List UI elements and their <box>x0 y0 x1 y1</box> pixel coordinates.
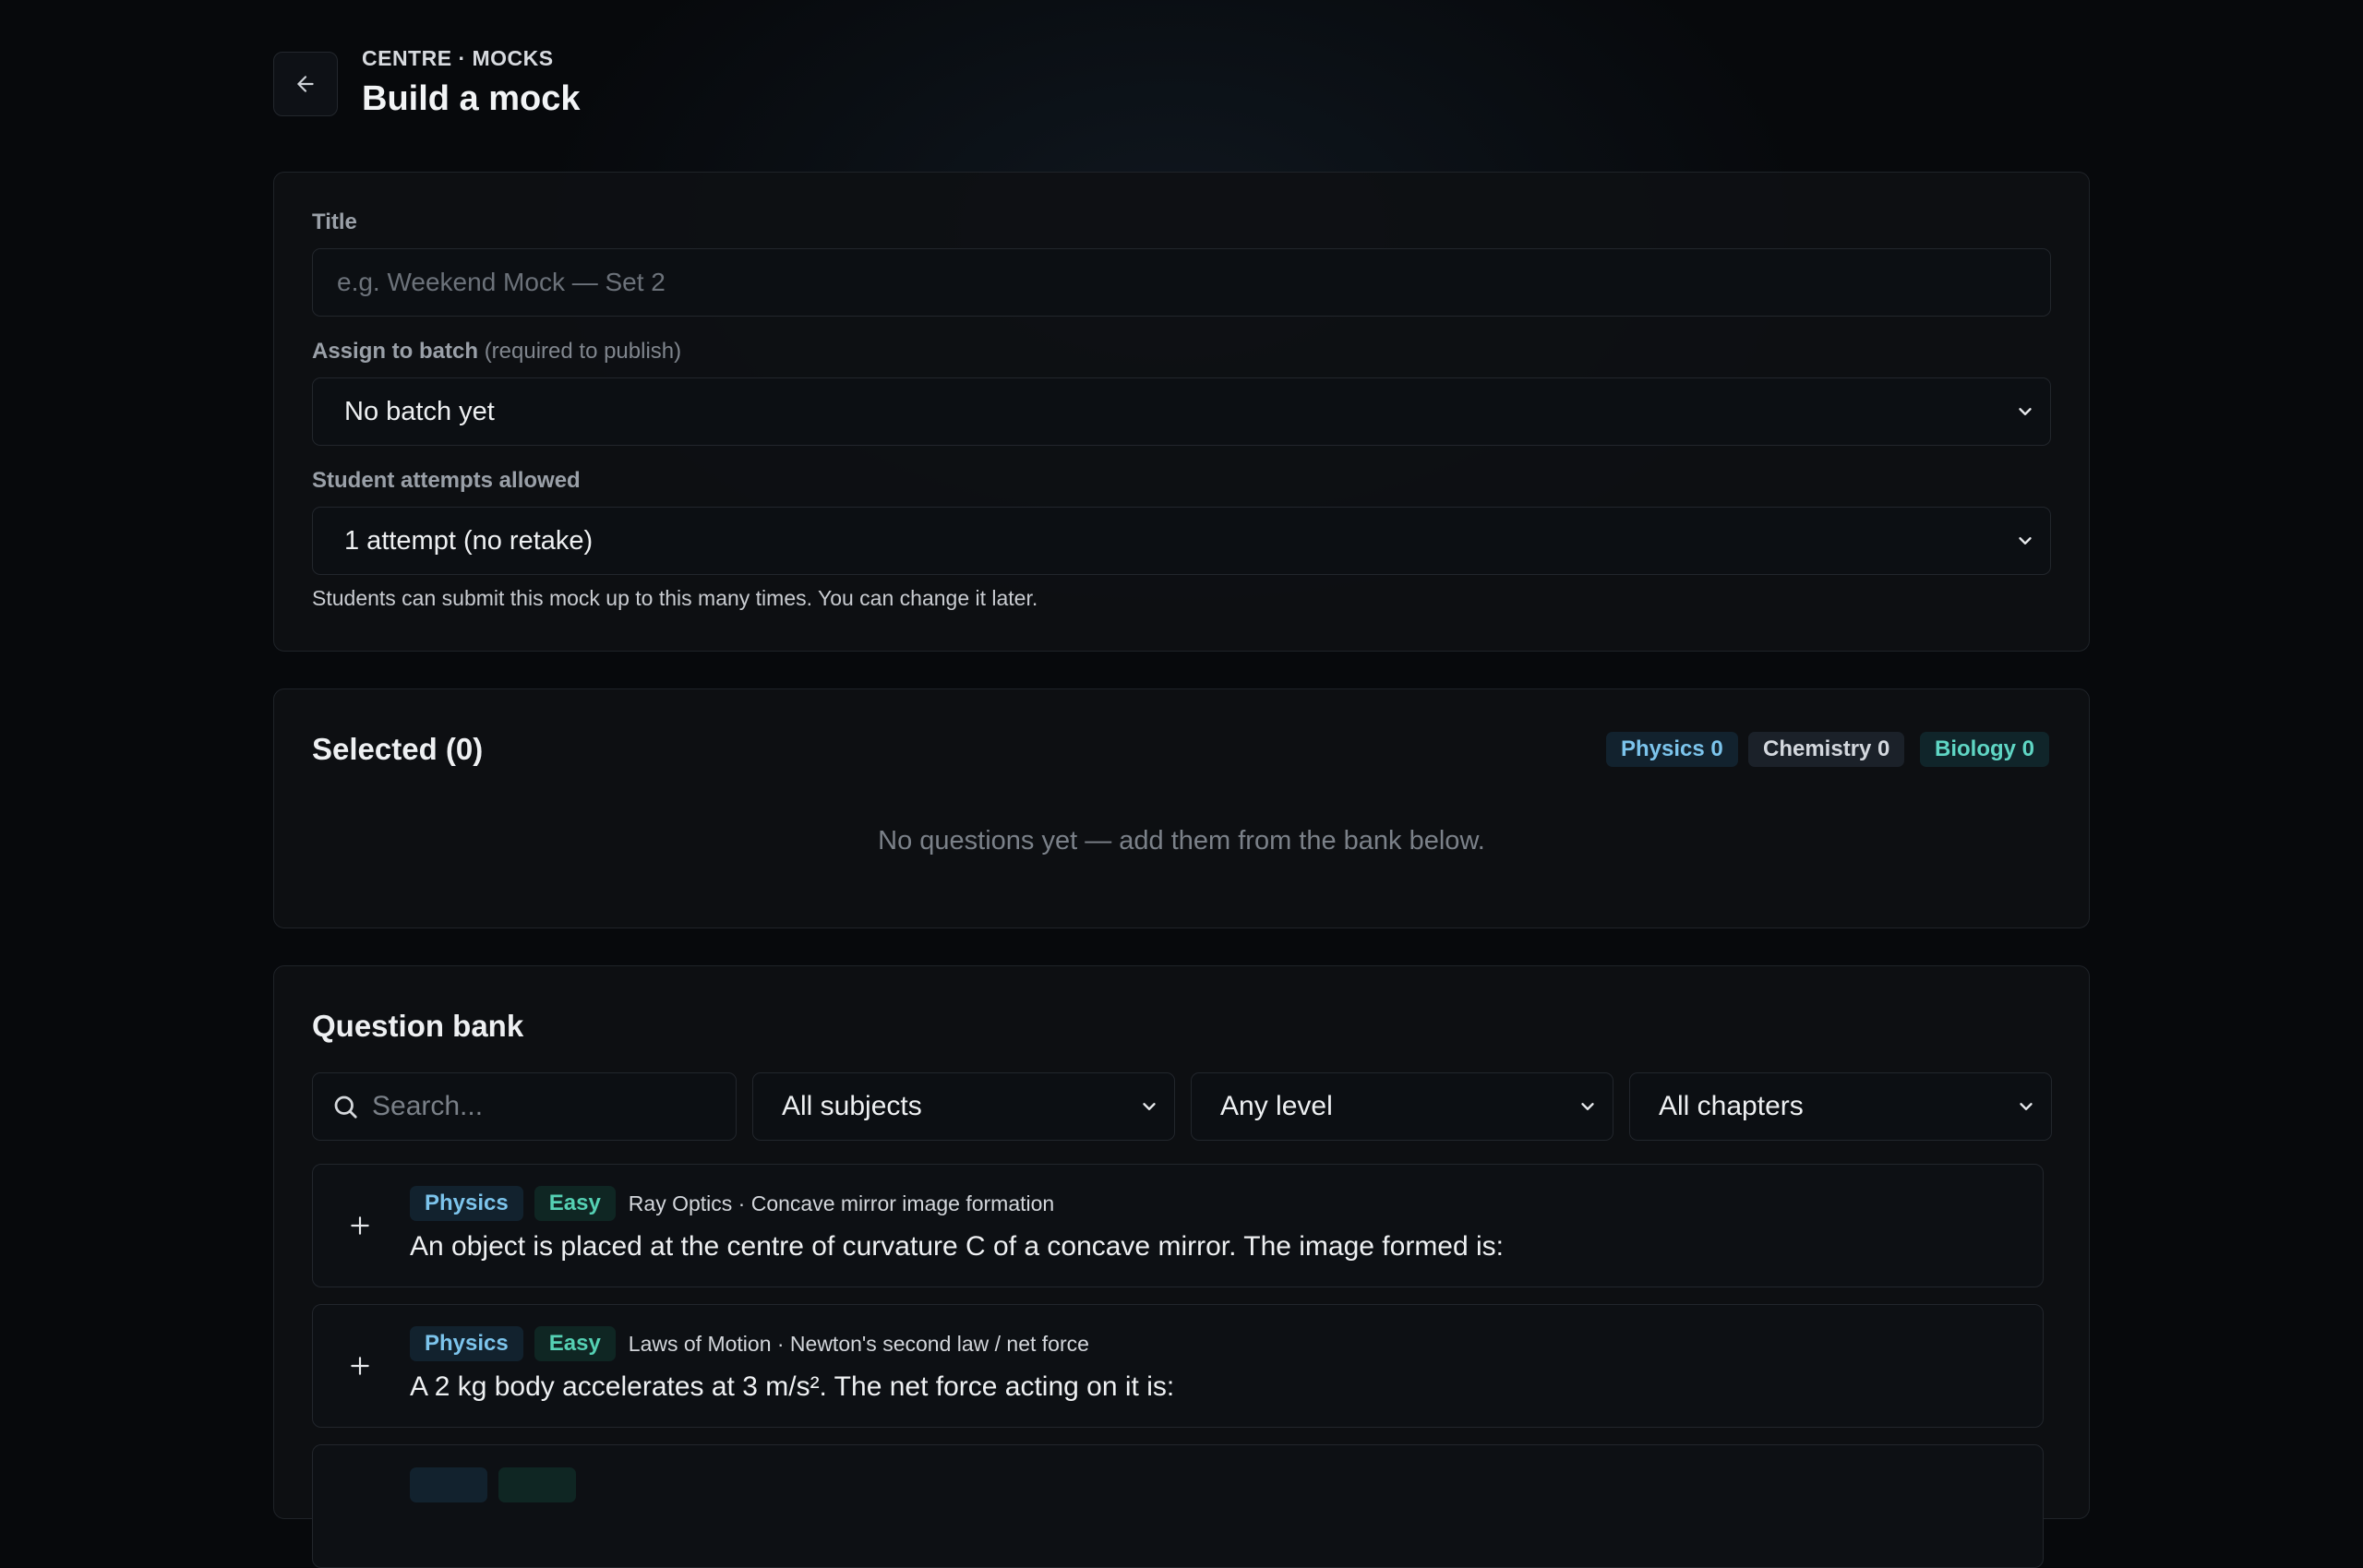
question-text: An object is placed at the centre of cur… <box>410 1231 1505 1262</box>
plus-icon[interactable] <box>348 1214 372 1238</box>
plus-icon[interactable] <box>348 1354 372 1378</box>
level-filter-select[interactable]: Any level <box>1191 1072 1613 1141</box>
title-input[interactable]: e.g. Weekend Mock — Set 2 <box>312 248 2051 317</box>
question-text: A 2 kg body accelerates at 3 m/s². The n… <box>410 1371 1175 1402</box>
title-input-placeholder: e.g. Weekend Mock — Set 2 <box>337 268 666 296</box>
selected-card: Selected (0) Physics 0 Chemistry 0 Biolo… <box>273 688 2090 928</box>
title-label: Title <box>312 209 357 234</box>
attempts-label: Student attempts allowed <box>312 468 581 493</box>
subject-filter-select[interactable]: All subjects <box>752 1072 1175 1141</box>
level-tag <box>498 1467 576 1502</box>
level-tag: Easy <box>534 1186 616 1221</box>
question-tags: Physics Easy Ray Optics · Concave mirror… <box>410 1186 1054 1221</box>
search-icon <box>334 1095 357 1119</box>
question-topic: Ray Optics · Concave mirror image format… <box>628 1191 1055 1215</box>
level-tag: Easy <box>534 1326 616 1361</box>
batch-label-text: Assign to batch <box>312 339 479 364</box>
batch-select-value: No batch yet <box>344 396 495 426</box>
subject-tag: Physics <box>410 1186 523 1221</box>
question-topic: Laws of Motion · Newton's second law / n… <box>628 1331 1089 1356</box>
question-bank-title: Question bank <box>312 1009 524 1043</box>
chevron-down-icon <box>2020 1103 2033 1110</box>
question-row[interactable]: Physics Easy Laws of Motion · Newton's s… <box>312 1304 2044 1428</box>
chapter-filter-value: All chapters <box>1659 1091 1804 1121</box>
question-bank-card: Question bank Search... All subjects Any… <box>273 965 2090 1568</box>
mock-details-card: Title e.g. Weekend Mock — Set 2 Assign t… <box>273 172 2090 652</box>
attempts-select[interactable]: 1 attempt (no retake) <box>312 507 2051 575</box>
chapter-filter-select[interactable]: All chapters <box>1629 1072 2052 1141</box>
batch-label-note: (required to publish) <box>484 339 682 364</box>
breadcrumb: CENTRE · MOCKS <box>362 46 554 70</box>
question-row[interactable]: Physics Easy Ray Optics · Concave mirror… <box>312 1164 2044 1287</box>
batch-select[interactable]: No batch yet <box>312 377 2051 446</box>
arrow-left-icon <box>297 76 314 92</box>
level-filter-value: Any level <box>1220 1091 1333 1121</box>
chevron-down-icon <box>2019 537 2032 545</box>
question-tags: Physics Easy Laws of Motion · Newton's s… <box>410 1326 1089 1361</box>
chevron-down-icon <box>1581 1103 1594 1110</box>
attempts-select-value: 1 attempt (no retake) <box>344 525 594 556</box>
empty-state-text: No questions yet — add them from the ban… <box>878 826 1485 856</box>
page-header: CENTRE · MOCKS Build a mock <box>273 46 2090 135</box>
search-input-placeholder: Search... <box>372 1091 484 1121</box>
batch-label: Assign to batch (required to publish) <box>312 339 681 365</box>
chevron-down-icon <box>1143 1103 1156 1110</box>
subject-tag <box>410 1467 487 1502</box>
question-row[interactable] <box>312 1444 2044 1568</box>
selected-title: Selected (0) <box>312 732 484 766</box>
chemistry-count-badge: Chemistry 0 <box>1748 732 1905 767</box>
chevron-down-icon <box>2019 408 2032 415</box>
subject-filter-value: All subjects <box>782 1091 922 1121</box>
biology-count-badge: Biology 0 <box>1920 732 2050 767</box>
attempts-hint: Students can submit this mock up to this… <box>312 586 1038 610</box>
subject-tag: Physics <box>410 1326 523 1361</box>
search-input[interactable]: Search... <box>312 1072 737 1141</box>
back-button[interactable] <box>273 52 338 116</box>
physics-count-badge: Physics 0 <box>1606 732 1738 767</box>
page-title: Build a mock <box>362 79 581 118</box>
question-tags <box>410 1467 587 1502</box>
